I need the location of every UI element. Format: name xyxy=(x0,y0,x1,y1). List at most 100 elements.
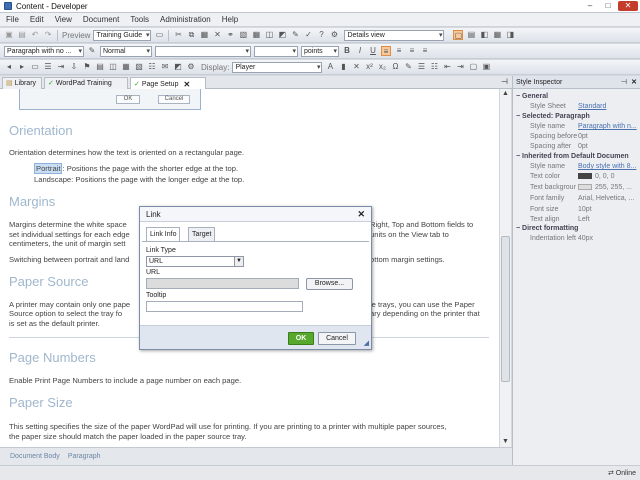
list-icon[interactable]: ☰ xyxy=(43,62,53,72)
pen-icon[interactable]: ✎ xyxy=(403,62,413,72)
close-icon[interactable]: ✕ xyxy=(631,76,637,89)
browse-button[interactable]: Browse... xyxy=(306,278,353,290)
font-size-select[interactable] xyxy=(254,45,298,57)
pin-icon[interactable]: ⊣ xyxy=(501,77,508,86)
special-char-icon[interactable]: Ω xyxy=(390,62,400,72)
path-document-body[interactable]: Document Body xyxy=(10,453,60,460)
indent-icon[interactable]: ⇥ xyxy=(56,62,66,72)
paste-icon[interactable]: ▦ xyxy=(199,30,209,40)
minimize-button[interactable]: – xyxy=(582,1,598,11)
shade-icon[interactable]: ▣ xyxy=(481,62,491,72)
media-icon[interactable]: ◩ xyxy=(277,30,287,40)
link-icon[interactable]: ⚭ xyxy=(225,30,235,40)
tab-target[interactable]: Target xyxy=(188,227,216,241)
border-icon[interactable]: ▢ xyxy=(468,62,478,72)
display-select[interactable]: Player xyxy=(232,61,323,73)
section-selected[interactable]: − Selected: Paragraph xyxy=(516,113,590,120)
text-box-icon[interactable]: ▭ xyxy=(30,62,40,72)
save-all-icon[interactable]: ▤ xyxy=(17,30,27,40)
section-direct-formatting[interactable]: − Direct formatting xyxy=(516,225,578,232)
bold-icon[interactable]: B xyxy=(342,46,352,56)
maximize-button[interactable]: □ xyxy=(600,1,616,11)
menu-view[interactable]: View xyxy=(55,15,72,24)
forward-icon[interactable]: ▸ xyxy=(17,62,27,72)
layout-icon[interactable]: ▢ xyxy=(453,30,464,40)
snippet-icon[interactable]: ◫ xyxy=(108,62,118,72)
tooltip-input[interactable] xyxy=(146,301,303,312)
property-value-link[interactable]: Standard xyxy=(578,103,606,110)
undo-icon[interactable]: ↶ xyxy=(30,30,40,40)
cancel-button[interactable]: Cancel xyxy=(318,332,356,345)
property-value-link[interactable]: Body style with 8... xyxy=(578,163,636,170)
vertical-scrollbar[interactable]: ▲ ▼ xyxy=(499,89,511,447)
edit-icon[interactable]: ✎ xyxy=(290,30,300,40)
tab-link-info[interactable]: Link Info xyxy=(146,227,181,242)
menu-document[interactable]: Document xyxy=(83,15,119,24)
insert-icon[interactable]: ◫ xyxy=(264,30,274,40)
align-left-icon[interactable]: ≡ xyxy=(381,46,391,56)
highlight-icon[interactable]: ▮ xyxy=(338,62,348,72)
char-style-select[interactable]: Normal xyxy=(100,45,152,57)
format-painter-icon[interactable]: ✎ xyxy=(87,46,97,56)
link-type-select[interactable]: URL ▼ xyxy=(146,256,244,267)
menu-tools[interactable]: Tools xyxy=(130,15,149,24)
redo-icon[interactable]: ↷ xyxy=(43,30,53,40)
back-icon[interactable]: ◂ xyxy=(4,62,14,72)
pin-icon[interactable]: ⊣ xyxy=(621,76,627,89)
close-button[interactable]: ✕ xyxy=(618,1,638,11)
table-icon[interactable]: ▦ xyxy=(251,30,261,40)
italic-icon[interactable]: I xyxy=(355,46,365,56)
arrange-icon[interactable]: ▤ xyxy=(466,30,476,40)
path-paragraph[interactable]: Paragraph xyxy=(68,453,101,460)
note-icon[interactable]: ✉ xyxy=(160,62,170,72)
spell-icon[interactable]: ✓ xyxy=(303,30,313,40)
indent-more-icon[interactable]: ⇥ xyxy=(455,62,465,72)
align-right-icon[interactable]: ≡ xyxy=(407,46,417,56)
tools-icon[interactable]: ⚙ xyxy=(329,30,339,40)
align-center-icon[interactable]: ≡ xyxy=(394,46,404,56)
cut-icon[interactable]: ✂ xyxy=(173,30,183,40)
view-mode-select[interactable]: Details view xyxy=(344,29,445,41)
grid-icon[interactable]: ▦ xyxy=(492,30,502,40)
tab-library[interactable]: ▤ Library xyxy=(2,77,42,89)
down-icon[interactable]: ⇩ xyxy=(69,62,79,72)
scroll-thumb[interactable] xyxy=(501,236,510,382)
units-select[interactable]: points xyxy=(301,45,339,57)
scroll-up-icon[interactable]: ▲ xyxy=(500,89,511,99)
font-select[interactable] xyxy=(155,45,251,57)
help-icon[interactable]: ? xyxy=(316,30,326,40)
toc-icon[interactable]: ☷ xyxy=(147,62,157,72)
subscript-icon[interactable]: x₂ xyxy=(377,62,387,72)
close-icon[interactable]: ✕ xyxy=(357,207,365,222)
menu-file[interactable]: File xyxy=(6,15,19,24)
selected-word[interactable]: Portrait xyxy=(34,163,63,174)
glossary-icon[interactable]: ▦ xyxy=(121,62,131,72)
property-value-link[interactable]: Paragraph with n... xyxy=(578,123,637,130)
section-inherited[interactable]: − Inherited from Default Documen xyxy=(516,153,629,160)
menu-help[interactable]: Help xyxy=(222,15,238,24)
bullets-icon[interactable]: ☰ xyxy=(416,62,426,72)
style-set-select[interactable]: Training Guide xyxy=(93,29,152,41)
numbering-icon[interactable]: ☷ xyxy=(429,62,439,72)
tab-wordpad-training[interactable]: ✓ WordPad Training xyxy=(44,77,128,89)
justify-icon[interactable]: ≡ xyxy=(420,46,430,56)
new-document-icon[interactable]: ▭ xyxy=(154,30,164,40)
clear-format-icon[interactable]: ✕ xyxy=(351,62,361,72)
menu-administration[interactable]: Administration xyxy=(160,15,211,24)
scroll-down-icon[interactable]: ▼ xyxy=(500,437,511,447)
variable-icon[interactable]: ▤ xyxy=(95,62,105,72)
split-icon[interactable]: ◧ xyxy=(479,30,489,40)
bookmark-icon[interactable]: ⚑ xyxy=(82,62,92,72)
condition-icon[interactable]: ◩ xyxy=(173,62,183,72)
image-icon[interactable]: ▧ xyxy=(238,30,248,40)
superscript-icon[interactable]: x² xyxy=(364,62,374,72)
delete-icon[interactable]: ✕ xyxy=(212,30,222,40)
copy-icon[interactable]: ⧉ xyxy=(186,30,196,40)
ok-button[interactable]: OK xyxy=(288,332,314,345)
panel-icon[interactable]: ◨ xyxy=(505,30,515,40)
save-icon[interactable]: ▣ xyxy=(4,30,14,40)
close-icon[interactable]: ✕ xyxy=(183,79,190,90)
underline-icon[interactable]: U xyxy=(368,46,378,56)
paragraph-style-select[interactable]: Paragraph with no ... xyxy=(4,45,84,57)
section-general[interactable]: − General xyxy=(516,93,548,100)
